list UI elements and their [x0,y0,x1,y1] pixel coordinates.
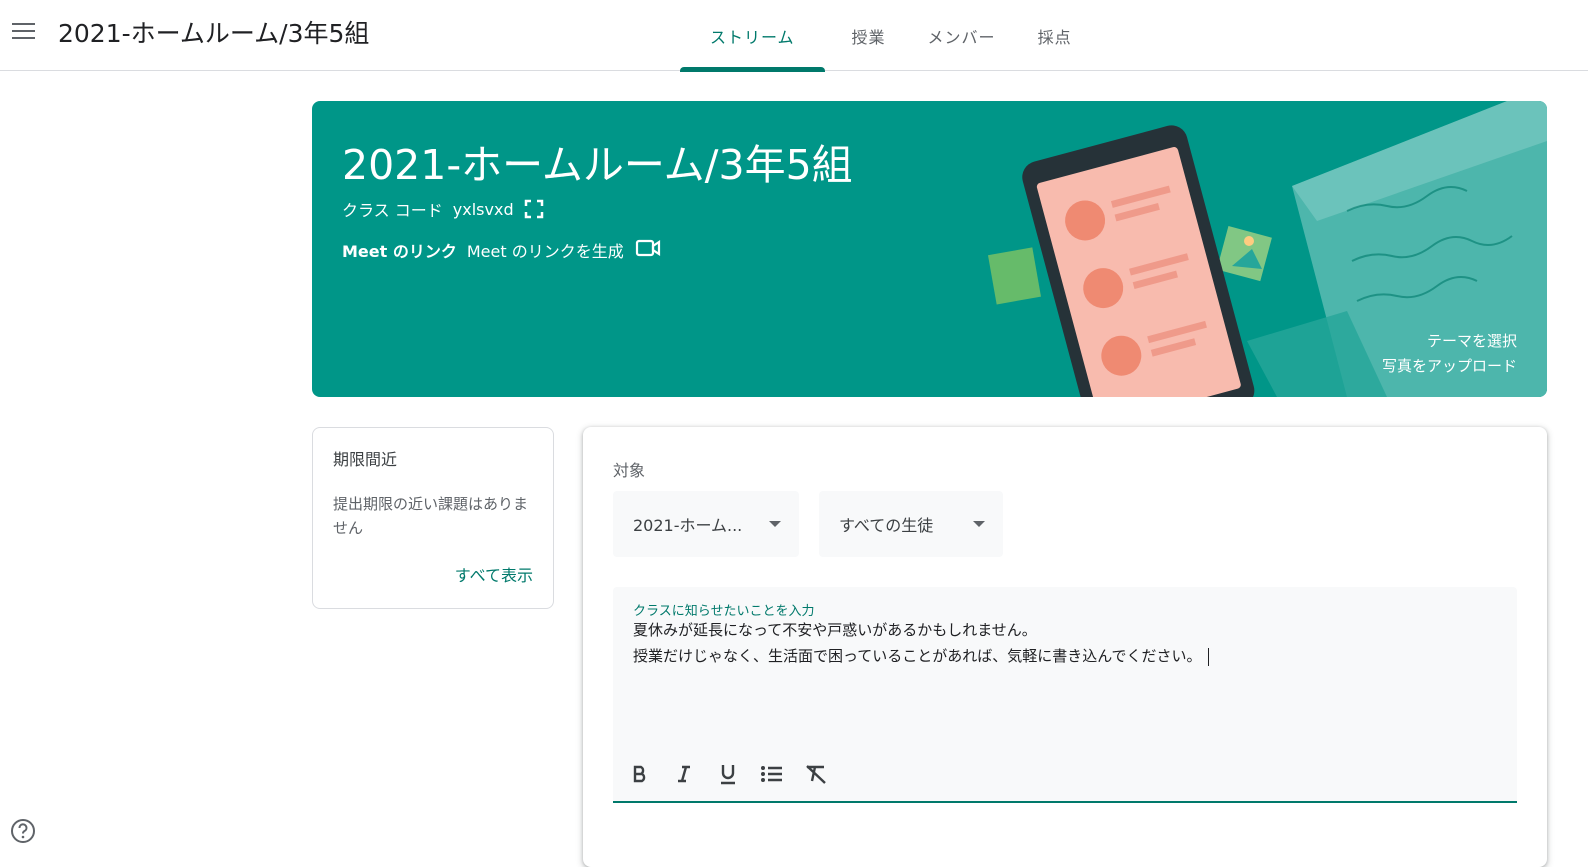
class-select-value: 2021-ホーム... [633,516,743,535]
view-all-link[interactable]: すべて表示 [455,562,533,586]
bulleted-list-icon[interactable] [757,759,787,789]
editor-content[interactable]: 夏休みが延長になって不安や戸惑いがあるかもしれません。 授業だけじゃなく、生活面… [633,617,1209,669]
class-select-dropdown[interactable]: 2021-ホーム... [613,491,799,557]
upcoming-card: 期限間近 提出期限の近い課題はありません すべて表示 [312,427,554,609]
video-camera-icon[interactable] [634,237,662,263]
upload-photo-link[interactable]: 写真をアップロード [1382,354,1517,379]
class-title[interactable]: 2021-ホームルーム/3年5組 [58,14,369,50]
meet-row: Meet のリンク Meet のリンクを生成 [342,237,662,263]
bold-icon[interactable] [625,759,655,789]
announcement-composer: 対象 2021-ホーム... すべての生徒 クラスに知らせたいことを入力 夏休み… [583,427,1547,867]
upcoming-empty-text: 提出期限の近い課題はありません [333,495,529,537]
dropdown-arrow-icon [769,521,781,527]
meet-link-label: Meet のリンク [342,242,457,261]
italic-icon[interactable] [669,759,699,789]
fullscreen-icon[interactable] [524,199,544,219]
underline-icon[interactable] [713,759,743,789]
class-code-value: yxlsvxd [452,199,514,219]
class-code-row: クラス コード yxlsvxd [342,197,544,221]
formatting-toolbar [625,759,831,789]
editor-line: 夏休みが延長になって不安や戸惑いがあるかもしれません。 [633,621,1037,639]
clear-formatting-icon[interactable] [801,759,831,789]
announcement-text-area[interactable]: クラスに知らせたいことを入力 夏休みが延長になって不安や戸惑いがあるかもしれませ… [613,587,1517,803]
student-select-value: すべての生徒 [839,516,934,535]
generate-meet-link[interactable]: Meet のリンクを生成 [467,238,624,262]
text-cursor [1207,647,1209,666]
class-banner: 2021-ホームルーム/3年5組 クラス コード yxlsvxd Meet のリ… [312,101,1547,397]
student-select-dropdown[interactable]: すべての生徒 [819,491,1003,557]
tab-classwork[interactable]: 授業 [837,0,901,71]
editor-line: 授業だけじゃなく、生活面で困っていることがあれば、気軽に書き込んでください。 [633,643,1209,669]
top-app-bar: 2021-ホームルーム/3年5組 ストリーム 授業 メンバー 採点 [0,0,1588,72]
hamburger-menu-icon[interactable] [10,17,38,45]
banner-class-title: 2021-ホームルーム/3年5組 [342,141,853,189]
class-code-label: クラス コード [342,201,443,220]
tab-grades[interactable]: 採点 [1023,0,1087,71]
upcoming-title: 期限間近 [333,450,398,469]
target-label: 対象 [613,461,646,480]
help-icon[interactable] [10,818,36,844]
tab-stream[interactable]: ストリーム [680,0,825,72]
theme-links: テーマを選択 写真をアップロード [1382,329,1517,379]
dropdown-arrow-icon [973,521,985,527]
select-theme-link[interactable]: テーマを選択 [1382,329,1517,354]
tab-people[interactable]: メンバー [913,0,1011,71]
tab-bar: ストリーム 授業 メンバー 採点 [680,0,1087,72]
